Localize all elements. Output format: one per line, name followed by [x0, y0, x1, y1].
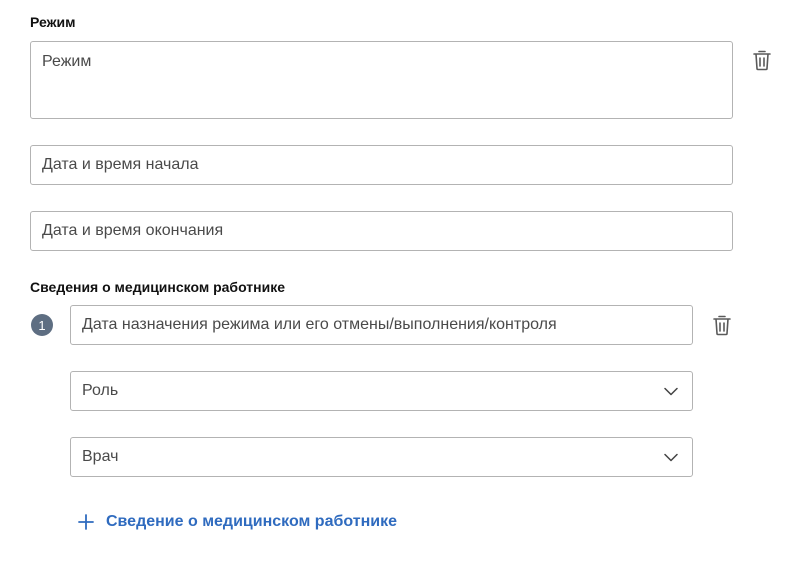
add-medical-worker-label: Сведение о медицинском работнике	[106, 513, 397, 530]
plus-icon	[78, 514, 94, 530]
assignment-date-input[interactable]: Дата назначения режима или его отмены/вы…	[70, 305, 693, 345]
trash-icon[interactable]	[752, 49, 772, 71]
regime-section-title: Режим	[30, 14, 76, 30]
chevron-down-icon	[664, 387, 678, 396]
regime-textarea[interactable]: Режим	[30, 41, 733, 119]
chevron-down-icon	[664, 453, 678, 462]
worker-select-value: Врач	[82, 448, 119, 465]
worker-select[interactable]: Врач	[70, 437, 693, 477]
start-datetime-input[interactable]: Дата и время начала	[30, 145, 733, 185]
end-datetime-input[interactable]: Дата и время окончания	[30, 211, 733, 251]
item-number-badge: 1	[31, 314, 53, 336]
role-select-value: Роль	[82, 382, 119, 399]
add-medical-worker-button[interactable]: Сведение о медицинском работнике	[78, 513, 397, 531]
trash-icon[interactable]	[712, 314, 732, 336]
role-select[interactable]: Роль	[70, 371, 693, 411]
medical-worker-section-title: Сведения о медицинском работнике	[30, 279, 285, 295]
